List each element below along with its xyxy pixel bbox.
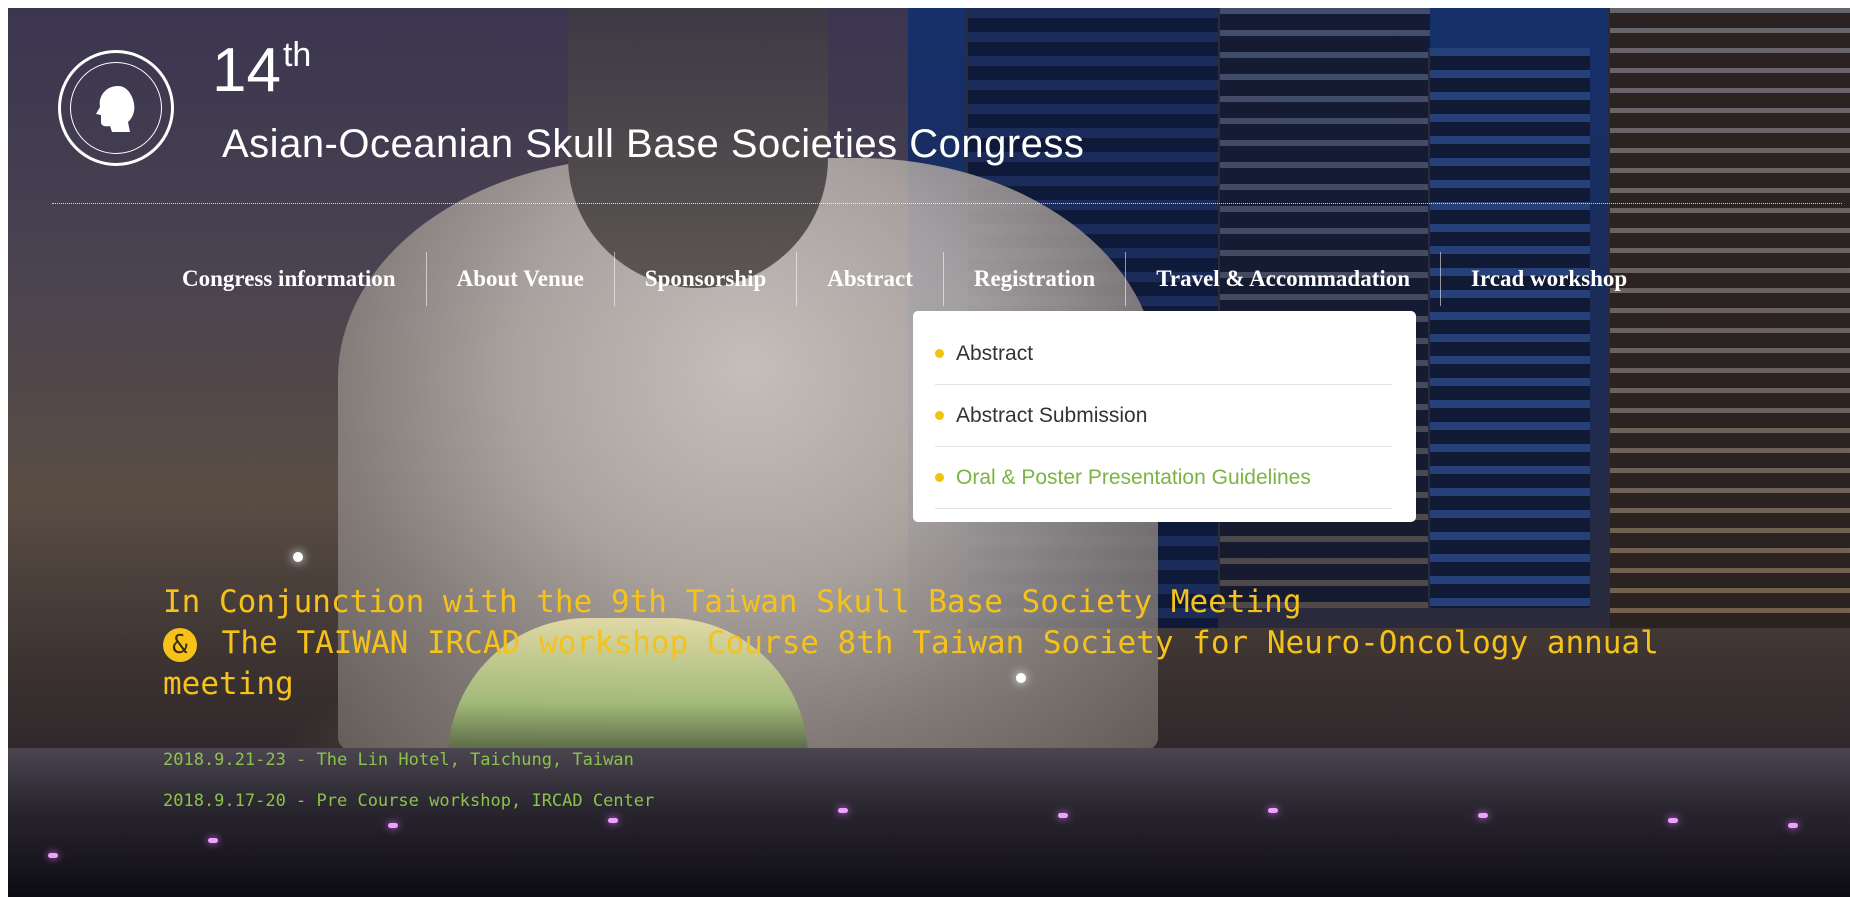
dropdown-item-label: Abstract (956, 341, 1034, 365)
building (1428, 48, 1590, 608)
congress-date-venue: 2018.9.21-23 - The Lin Hotel, Taichung, … (163, 750, 634, 770)
nav-item-abstract[interactable]: Abstract (797, 252, 944, 306)
nav-item-congress-information[interactable]: Congress information (152, 252, 427, 306)
dropdown-item-abstract-submission[interactable]: Abstract Submission (935, 385, 1392, 447)
conjunction-line-1: In Conjunction with the 9th Taiwan Skull… (163, 584, 1302, 620)
bullet-icon (935, 473, 944, 482)
dropdown-item-presentation-guidelines[interactable]: Oral & Poster Presentation Guidelines (935, 447, 1392, 509)
nav-item-travel-accommodation[interactable]: Travel & Accommadation (1126, 252, 1442, 306)
ordinal-number: 14 (212, 36, 281, 105)
ground-light (388, 823, 398, 828)
conjunction-text: In Conjunction with the 9th Taiwan Skull… (163, 582, 1803, 705)
ordinal-suffix: th (282, 36, 312, 74)
ground-light (608, 818, 618, 823)
conjunction-line-2: & The TAIWAN IRCAD workshop Course 8th T… (163, 623, 1803, 705)
building (1608, 8, 1850, 628)
ground-light (1268, 808, 1278, 813)
dropdown-item-label: Oral & Poster Presentation Guidelines (956, 465, 1311, 489)
nav-item-about-venue[interactable]: About Venue (427, 252, 615, 306)
congress-ordinal: 14th (212, 38, 311, 102)
ground-light (1668, 818, 1678, 823)
ground-light (1788, 823, 1798, 828)
ground-light (838, 808, 848, 813)
nav-item-registration[interactable]: Registration (944, 252, 1127, 306)
ground-light (1058, 813, 1068, 818)
ground-light (48, 853, 58, 858)
society-logo[interactable] (58, 50, 174, 166)
dropdown-item-label: Abstract Submission (956, 403, 1148, 427)
bullet-icon (935, 411, 944, 420)
congress-title: Asian-Oceanian Skull Base Societies Cong… (222, 122, 1085, 166)
head-profile-icon (96, 86, 135, 132)
workshop-date-venue: 2018.9.17-20 - Pre Course workshop, IRCA… (163, 791, 655, 811)
conjunction-line-2-text: The TAIWAN IRCAD workshop Course 8th Tai… (163, 625, 1659, 702)
header-divider (52, 203, 1842, 204)
bullet-icon (935, 349, 944, 358)
street-light (293, 552, 303, 562)
ampersand-badge: & (163, 627, 197, 662)
nav-item-sponsorship[interactable]: Sponsorship (615, 252, 798, 306)
dropdown-item-abstract[interactable]: Abstract (935, 323, 1392, 385)
plaza (8, 748, 1850, 897)
abstract-dropdown-menu: Abstract Abstract Submission Oral & Post… (913, 311, 1416, 522)
ground-light (208, 838, 218, 843)
nav-item-ircad-workshop[interactable]: Ircad workshop (1441, 252, 1657, 306)
ground-light (1478, 813, 1488, 818)
main-nav: Congress information About Venue Sponsor… (152, 252, 1657, 306)
logo-inner-ring (70, 62, 162, 154)
